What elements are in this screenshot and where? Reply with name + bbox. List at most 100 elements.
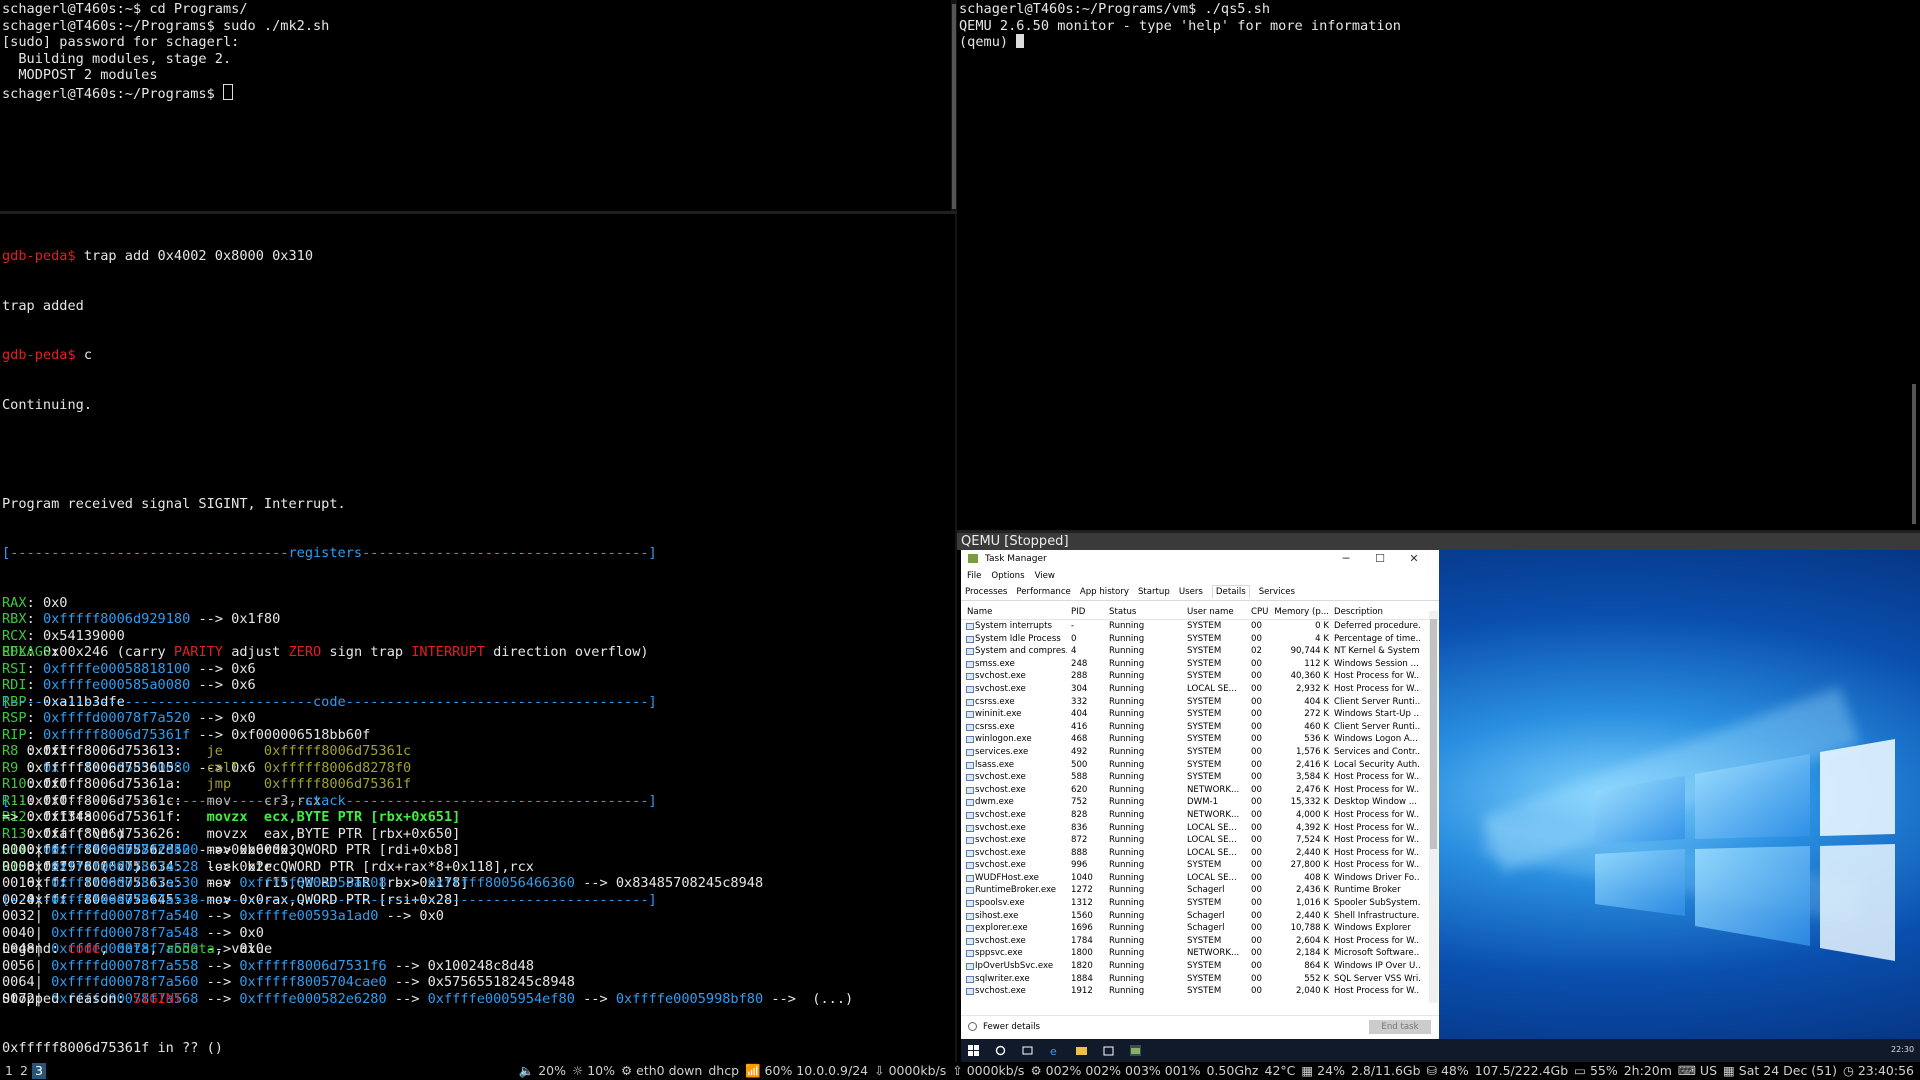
process-cell: 7,524 K [1296, 835, 1329, 846]
task-view-icon[interactable] [1022, 1045, 1033, 1056]
process-row[interactable]: RuntimeBroker.exe 1272 Running Schagerl 00 2,… [961, 884, 1439, 897]
code-marker: => [2, 809, 27, 825]
scrollbar-thumb[interactable] [1430, 619, 1437, 849]
column-header-6[interactable]: Description [1334, 605, 1420, 619]
process-cell: SYSTEM [1187, 734, 1222, 745]
terminal-scrollbar[interactable] [1912, 384, 1916, 524]
process-row[interactable]: spoolsv.exe 1312 Running SYSTEM 00 1,016 K Spo… [961, 897, 1439, 910]
process-row[interactable]: services.exe 492 Running SYSTEM 00 1,576 K Ser… [961, 746, 1439, 759]
workspace-3[interactable]: 3 [32, 1063, 46, 1079]
tab-details[interactable]: Details [1211, 585, 1250, 599]
tab-processes[interactable]: Processes [965, 587, 1007, 597]
process-row[interactable]: svchost.exe 872 Running LOCAL SE... 00 7,524 … [961, 834, 1439, 847]
column-header-3[interactable]: User name [1187, 605, 1247, 619]
process-cell: sppsvc.exe [975, 948, 1023, 959]
process-row[interactable]: sqlwriter.exe 1884 Running SYSTEM 00 552 K SQL… [961, 973, 1439, 986]
column-header-4[interactable]: CPU [1251, 605, 1271, 619]
process-row[interactable]: svchost.exe 1784 Running SYSTEM 00 2,604 K Hos… [961, 935, 1439, 948]
process-row[interactable]: svchost.exe 1912 Running SYSTEM 00 2,040 K Hos… [961, 985, 1439, 998]
process-row[interactable]: wininit.exe 404 Running SYSTEM 00 272 K Window… [961, 708, 1439, 721]
tab-performance[interactable]: Performance [1016, 587, 1070, 597]
stack-part: 0xffffd00078f7a548 [51, 924, 199, 941]
process-row[interactable]: System interrupts - Running SYSTEM 00 0 K Defe… [961, 620, 1439, 633]
svg-text:e: e [1050, 1045, 1057, 1056]
process-row[interactable]: System Idle Process 0 Running SYSTEM 00 4 K Pe… [961, 633, 1439, 646]
process-row[interactable]: explorer.exe 1696 Running Schagerl 00 10,788 … [961, 922, 1439, 935]
process-cell: svchost.exe [975, 772, 1026, 783]
process-row[interactable]: System and compres... 4 Running SYSTEM 02 90,… [961, 645, 1439, 658]
process-row[interactable]: svchost.exe 836 Running LOCAL SE... 00 4,392 … [961, 822, 1439, 835]
workspace-1[interactable]: 1 [2, 1063, 16, 1079]
process-cell: 828 [1071, 809, 1088, 820]
file-explorer-icon[interactable] [1076, 1045, 1087, 1056]
scrollbar-thumb[interactable] [952, 4, 956, 209]
process-row[interactable]: csrss.exe 332 Running SYSTEM 00 404 K Client S… [961, 696, 1439, 709]
tab-startup[interactable]: Startup [1138, 587, 1170, 597]
store-icon[interactable] [1103, 1045, 1114, 1056]
process-row[interactable]: IpOverUsbSvc.exe 1820 Running SYSTEM 00 864 K… [961, 960, 1439, 973]
gdb-terminal[interactable]: gdb-peda$ trap add 0x4002 0x8000 0x310 t… [0, 214, 955, 1064]
tab-services[interactable]: Services [1259, 587, 1295, 597]
end-task-button[interactable]: End task [1369, 1020, 1431, 1034]
qemu-monitor-terminal[interactable]: schagerl@T460s:~/Programs/vm$ ./qs5.sh QE… [957, 0, 1920, 532]
maximize-button[interactable]: ☐ [1363, 550, 1397, 568]
process-row[interactable]: lsass.exe 500 Running SYSTEM 00 2,416 K Local … [961, 759, 1439, 772]
process-cell: Windows Logon A... [1334, 734, 1418, 745]
register-row: RSI: 0xffffe00058818100 --> 0x6 [2, 661, 953, 678]
fewer-details-link[interactable]: Fewer details [983, 1022, 1040, 1032]
search-icon[interactable] [995, 1045, 1006, 1056]
process-row[interactable]: svchost.exe 304 Running LOCAL SE... 00 2,932 … [961, 683, 1439, 696]
process-row[interactable]: svchost.exe 588 Running SYSTEM 00 3,584 K Host… [961, 771, 1439, 784]
stack-part: --> 0x2ec [198, 858, 281, 875]
process-row[interactable]: winlogon.exe 468 Running SYSTEM 00 536 K Windo… [961, 733, 1439, 746]
column-header-5[interactable]: Memory (p... [1273, 605, 1329, 619]
windows-clock[interactable]: 22:30 [1891, 1045, 1914, 1054]
code-gap [182, 826, 207, 842]
process-cell: 332 [1071, 696, 1088, 707]
close-button[interactable]: ✕ [1397, 550, 1431, 568]
workspace-2[interactable]: 2 [17, 1063, 31, 1079]
status-block: ⌨ US [1677, 1063, 1718, 1078]
column-header-1[interactable]: PID [1071, 605, 1105, 619]
details-process-list[interactable]: System interrupts - Running SYSTEM 00 0 K Defe… [961, 620, 1439, 998]
qemu-window-title[interactable]: QEMU [Stopped] [957, 533, 1920, 550]
process-row[interactable]: WUDFHost.exe 1040 Running LOCAL SE... 00 408 … [961, 872, 1439, 885]
start-icon[interactable] [968, 1045, 979, 1056]
tab-app-history[interactable]: App history [1080, 587, 1129, 597]
process-row[interactable]: sihost.exe 1560 Running Schagerl 00 2,440 K Sh… [961, 910, 1439, 923]
qemu-guest-screen[interactable]: Task Manager ─ ☐ ✕ File Options View Proce… [961, 550, 1920, 1062]
menu-item-file[interactable]: File [967, 571, 981, 581]
menu-item-view[interactable]: View [1035, 571, 1055, 581]
menu-item-options[interactable]: Options [991, 571, 1024, 581]
details-scrollbar[interactable] [1429, 611, 1438, 1003]
chevron-up-icon[interactable] [968, 1022, 977, 1031]
process-cell: services.exe [975, 746, 1029, 757]
top-left-terminal[interactable]: schagerl@T460s:~$ cd Programs/schagerl@T… [0, 0, 955, 213]
task-manager-taskbar-icon[interactable] [1130, 1045, 1141, 1056]
process-row[interactable]: sppsvc.exe 1800 Running NETWORK... 00 2,184 K… [961, 947, 1439, 960]
process-cell: 4 [1071, 646, 1077, 657]
process-cell: Local Security Auth... [1334, 759, 1420, 770]
code-line: 0xfffff8006d753613: je 0xfffff8006d75361… [2, 743, 953, 760]
process-row[interactable]: dwm.exe 752 Running DWM-1 00 15,332 K Desktop … [961, 796, 1439, 809]
process-row[interactable]: svchost.exe 996 Running SYSTEM 00 27,800 K Hos… [961, 859, 1439, 872]
process-row[interactable]: svchost.exe 288 Running SYSTEM 00 40,360 K Hos… [961, 670, 1439, 683]
process-row[interactable]: csrss.exe 416 Running SYSTEM 00 460 K Client S… [961, 721, 1439, 734]
column-header-0[interactable]: Name [967, 605, 1059, 619]
stack-part: 0xffffe000582e6280 [239, 990, 387, 1007]
process-cell: 888 [1071, 847, 1088, 858]
process-row[interactable]: smss.exe 248 Running SYSTEM 00 112 K Windows S… [961, 658, 1439, 671]
tab-users[interactable]: Users [1179, 587, 1203, 597]
task-manager-titlebar[interactable]: Task Manager ─ ☐ ✕ [961, 550, 1439, 568]
task-manager-window[interactable]: Task Manager ─ ☐ ✕ File Options View Proce… [961, 550, 1439, 1039]
edge-icon[interactable]: e [1049, 1045, 1060, 1056]
process-row[interactable]: svchost.exe 620 Running NETWORK... 00 2,476 K… [961, 784, 1439, 797]
process-cell: 00 [1251, 633, 1262, 644]
process-row[interactable]: svchost.exe 888 Running LOCAL SE... 00 2,440 … [961, 847, 1439, 860]
register-name: RCX [2, 627, 27, 644]
process-row[interactable]: svchost.exe 828 Running NETWORK... 00 4,000 K… [961, 809, 1439, 822]
column-header-2[interactable]: Status [1109, 605, 1179, 619]
process-icon [966, 711, 974, 719]
registers-header: [----------------------------------regis… [2, 545, 657, 561]
minimize-button[interactable]: ─ [1329, 550, 1363, 568]
